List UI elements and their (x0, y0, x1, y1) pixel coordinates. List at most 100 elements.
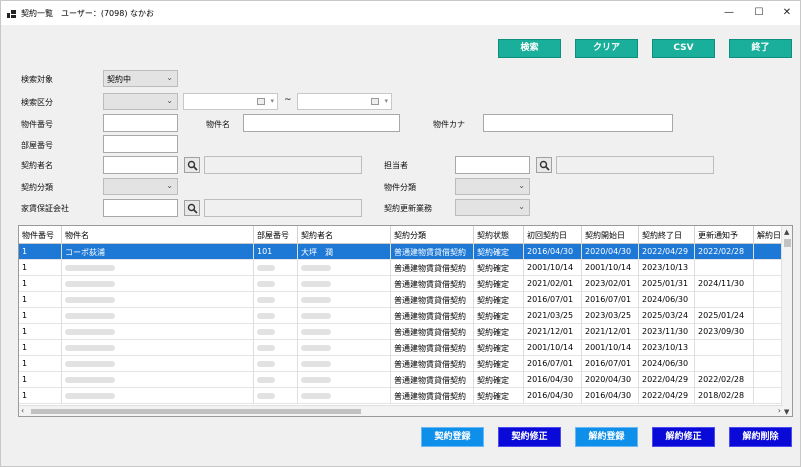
column-header[interactable]: 更新通知予 (695, 226, 754, 244)
guarantor-search-button[interactable] (184, 200, 200, 216)
contract-grid[interactable]: 物件番号 物件名 部屋番号 契約者名 契約分類 契約状態 初回契約日 契約開始日 契約終了日 更新… (18, 225, 793, 417)
cell-start: 2023/03/25 (582, 308, 639, 324)
room-no-input[interactable] (103, 135, 178, 153)
table-row[interactable]: 1 コーポ荻浦 101 大坪 潤普通建物賃貸借契約 契約確定 2016/04/30 2020… (19, 244, 783, 260)
csv-button[interactable]: CSV (652, 39, 715, 58)
search-category-select[interactable]: ⌄ (103, 93, 178, 110)
cell-first: 2016/04/30 (524, 372, 582, 388)
table-row[interactable]: 1 普通建物賃貸借契約 契約確定 2001/10/14 2001/10/14 2023/1… (19, 260, 783, 276)
cell-status: 契約確定 (474, 340, 524, 356)
cell-notify (695, 340, 754, 356)
redacted-text (257, 377, 275, 383)
scroll-down-icon[interactable]: ▼ (784, 408, 789, 416)
column-header[interactable]: 契約状態 (474, 226, 524, 244)
horizontal-scrollbar[interactable]: ‹ › (19, 405, 783, 416)
redacted-text (301, 377, 331, 383)
date-to-picker[interactable]: ▾ (297, 93, 392, 110)
contract-type-label: 契約分類 (21, 183, 53, 192)
cell-name: コーポ荻浦 (62, 244, 254, 260)
redacted-text (65, 377, 115, 383)
contract-type-select[interactable]: ⌄ (103, 178, 178, 195)
scroll-right-icon[interactable]: › (778, 406, 781, 415)
cell-first: 2001/10/14 (524, 340, 582, 356)
date-from-picker[interactable]: ▾ (183, 93, 278, 110)
contract-list-window: 契約一覧 ユーザー：(7098) なかお — ☐ ✕ 検索 クリア CSV 終了… (0, 0, 801, 467)
cell-notify (695, 356, 754, 372)
cell-name (62, 372, 254, 388)
column-header[interactable]: 契約終了日 (639, 226, 695, 244)
staff-code-input[interactable] (455, 156, 530, 174)
close-button[interactable]: ✕ (775, 5, 799, 21)
redacted-text (65, 345, 115, 351)
property-name-input[interactable] (243, 114, 400, 132)
redacted-text (257, 345, 275, 351)
title-bar: 契約一覧 ユーザー：(7098) なかお — ☐ ✕ (1, 1, 800, 25)
cell-no: 1 (19, 372, 62, 388)
contractor-name-label: 契約者名 (21, 161, 53, 170)
calendar-icon (371, 98, 379, 105)
table-row[interactable]: 1 普通建物賃貸借契約 契約確定 2021/12/01 2021/12/01 2023/1… (19, 324, 783, 340)
cell-start: 2001/10/14 (582, 260, 639, 276)
minimize-button[interactable]: — (717, 5, 741, 21)
contractor-search-button[interactable] (184, 157, 200, 173)
cell-start: 2023/02/01 (582, 276, 639, 292)
cell-end: 2022/04/29 (639, 372, 695, 388)
cell-status: 契約確定 (474, 388, 524, 404)
property-kana-input[interactable] (483, 114, 673, 132)
cell-end: 2023/10/13 (639, 340, 695, 356)
vertical-scrollbar[interactable]: ▲ ▼ (781, 226, 792, 416)
property-no-input[interactable] (103, 114, 178, 132)
table-row[interactable]: 1 普通建物賃貸借契約 契約確定 2016/07/01 2016/07/01 2024/0… (19, 356, 783, 372)
grid-header: 物件番号 物件名 部屋番号 契約者名 契約分類 契約状態 初回契約日 契約開始日 契約終了日 更新… (19, 226, 792, 244)
cell-contractor (298, 276, 391, 292)
table-row[interactable]: 1 普通建物賃貸借契約 契約確定 2021/03/25 2023/03/25 2025/0… (19, 308, 783, 324)
column-header[interactable]: 初回契約日 (524, 226, 582, 244)
scroll-thumb[interactable] (31, 409, 361, 414)
cell-no: 1 (19, 308, 62, 324)
exit-button[interactable]: 終了 (729, 39, 792, 58)
guarantor-code-input[interactable] (103, 199, 178, 217)
search-target-select[interactable]: 契約中 ⌄ (103, 70, 178, 87)
cell-notify: 2023/09/30 (695, 324, 754, 340)
column-header[interactable]: 契約分類 (391, 226, 474, 244)
cancellation-register-button[interactable]: 解約登録 (575, 427, 638, 447)
table-row[interactable]: 1 普通建物賃貸借契約 契約確定 2016/04/30 2016/04/30 2022/0… (19, 388, 783, 404)
table-row[interactable]: 1 普通建物賃貸借契約 契約確定 2016/04/30 2020/04/30 2022/0… (19, 372, 783, 388)
cell-end: 2025/01/31 (639, 276, 695, 292)
renewal-select[interactable]: ⌄ (455, 199, 530, 216)
cell-end: 2023/10/13 (639, 260, 695, 276)
column-header[interactable]: 物件番号 (19, 226, 62, 244)
cell-start: 2020/04/30 (582, 372, 639, 388)
contractor-code-input[interactable] (103, 156, 178, 174)
cell-type: 普通建物賃貸借契約 (391, 292, 474, 308)
room-no-label: 部屋番号 (21, 141, 53, 150)
cell-room (254, 276, 298, 292)
cell-status: 契約確定 (474, 244, 524, 260)
staff-search-button[interactable] (536, 157, 552, 173)
clear-button[interactable]: クリア (575, 39, 638, 58)
column-header[interactable]: 部屋番号 (254, 226, 298, 244)
table-row[interactable]: 1 普通建物賃貸借契約 契約確定 2016/07/01 2016/07/01 2024/0… (19, 292, 783, 308)
search-target-label: 検索対象 (21, 75, 53, 84)
table-row[interactable]: 1 普通建物賃貸借契約 契約確定 2001/10/14 2001/10/14 2023/1… (19, 340, 783, 356)
scroll-up-icon[interactable]: ▲ (784, 228, 789, 236)
redacted-text (301, 297, 331, 303)
column-header[interactable]: 契約開始日 (582, 226, 639, 244)
column-header[interactable]: 物件名 (62, 226, 254, 244)
column-header[interactable]: 契約者名 (298, 226, 391, 244)
cancellation-modify-button[interactable]: 解約修正 (652, 427, 715, 447)
cell-status: 契約確定 (474, 292, 524, 308)
magnifier-icon (539, 160, 550, 171)
scroll-left-icon[interactable]: ‹ (21, 406, 24, 415)
cancellation-delete-button[interactable]: 解約削除 (729, 427, 792, 447)
table-row[interactable]: 1 普通建物賃貸借契約 契約確定 2021/02/01 2023/02/01 2025/0… (19, 276, 783, 292)
search-button[interactable]: 検索 (498, 39, 561, 58)
staff-label: 担当者 (384, 161, 408, 170)
contract-register-button[interactable]: 契約登録 (421, 427, 484, 447)
contract-modify-button[interactable]: 契約修正 (498, 427, 561, 447)
scroll-thumb[interactable] (784, 239, 791, 247)
maximize-button[interactable]: ☐ (747, 5, 771, 21)
property-type-select[interactable]: ⌄ (455, 178, 530, 195)
range-separator: ~ (284, 95, 292, 105)
cell-contractor (298, 260, 391, 276)
